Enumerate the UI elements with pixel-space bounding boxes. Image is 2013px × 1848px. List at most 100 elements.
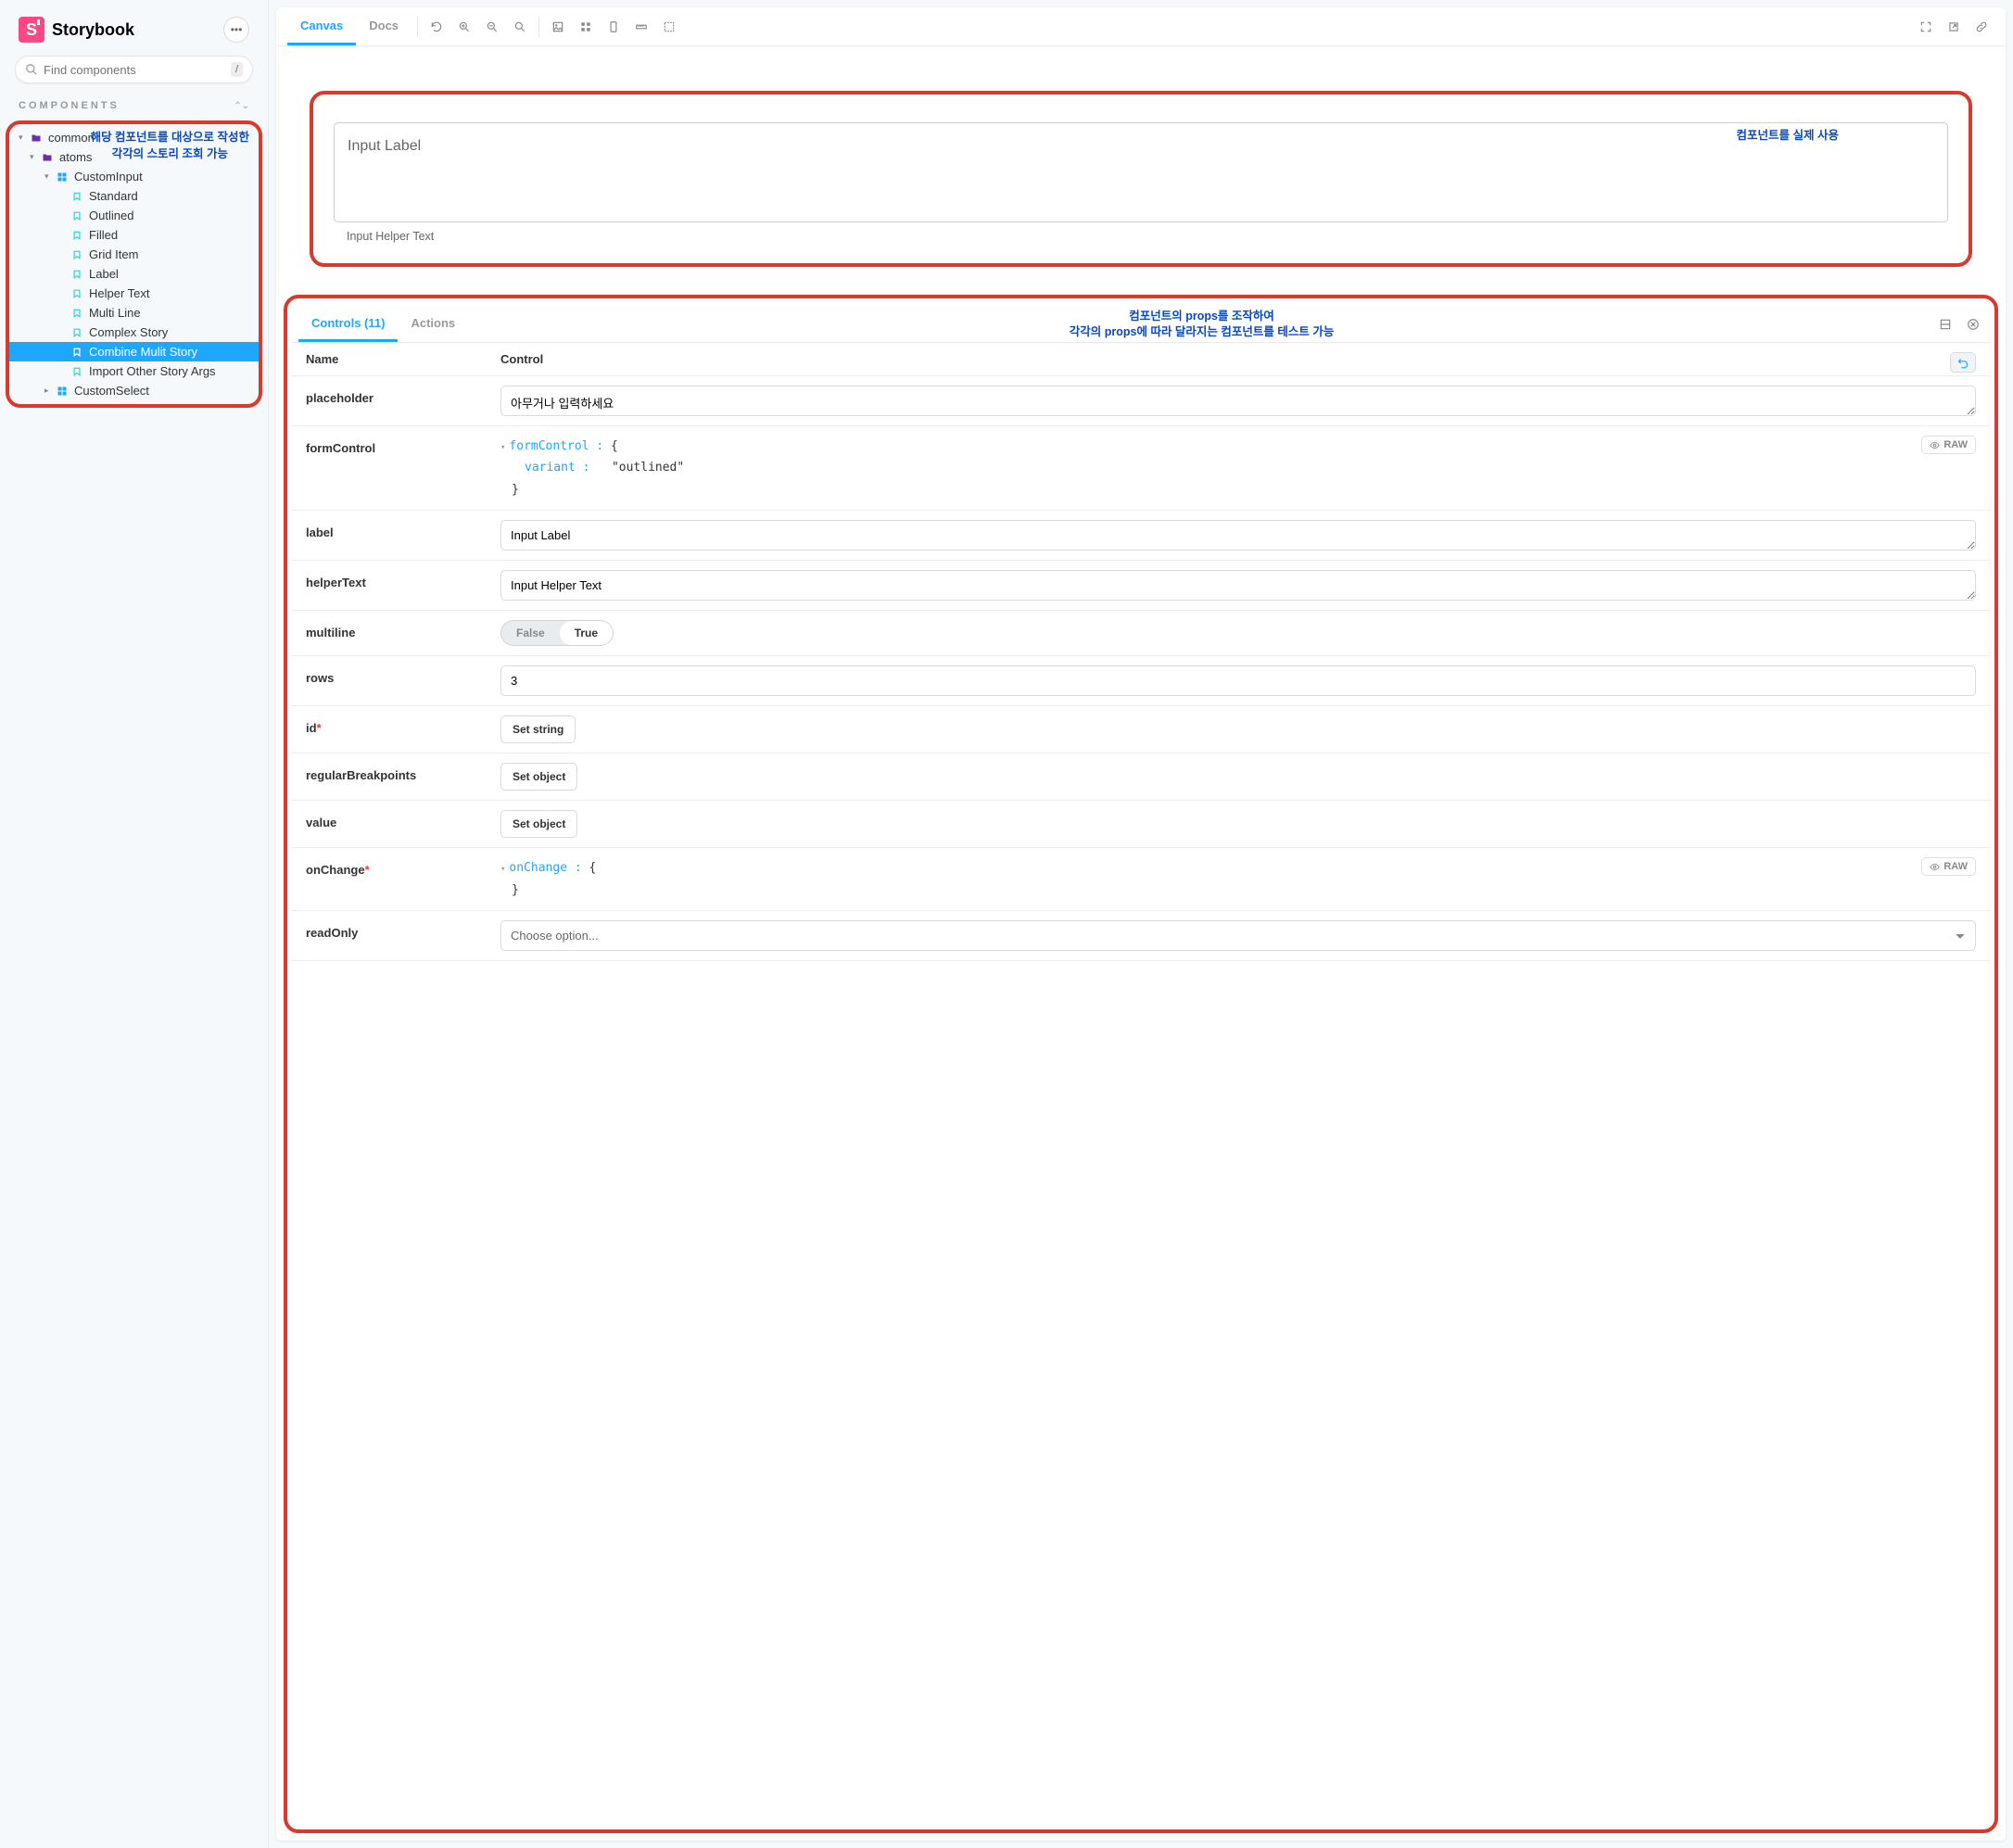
canvas-annotation: 컴포넌트를 실제 사용 — [1737, 128, 1839, 145]
component-icon — [56, 171, 69, 184]
zoom-in-icon[interactable] — [451, 14, 477, 40]
raw-toggle-button[interactable]: RAW — [1921, 436, 1976, 454]
story-icon — [70, 229, 83, 242]
toolbar: Canvas Docs — [276, 7, 2006, 46]
story-icon — [70, 307, 83, 320]
sidebar-annotation-box: 해당 컴포넌트를 대상으로 작성한 각각의 스토리 조회 가능 ▾ common… — [6, 120, 262, 408]
sidebar-menu-button[interactable]: ••• — [223, 17, 249, 43]
rows-input[interactable] — [500, 665, 1976, 696]
story-icon — [70, 190, 83, 203]
sidebar-annotation: 해당 컴포넌트를 대상으로 작성한 각각의 스토리 조회 가능 — [91, 130, 249, 162]
story-icon — [70, 209, 83, 222]
tree-story-complexstory[interactable]: Complex Story — [9, 323, 259, 342]
sidebar: S Storybook ••• / COMPONENTS ⌃⌄ 해당 컴포넌트를… — [0, 0, 269, 1848]
story-icon — [70, 346, 83, 359]
eye-icon — [1930, 440, 1940, 450]
control-row-id: id* Set string — [291, 706, 1991, 753]
copy-link-icon[interactable] — [1969, 14, 1994, 40]
header-control: Control — [500, 352, 1976, 366]
readonly-select[interactable]: Choose option... — [500, 920, 1976, 951]
control-row-multiline: multiline False True — [291, 611, 1991, 656]
tree-story-importotherstoryargs[interactable]: Import Other Story Args — [9, 361, 259, 381]
search-key-hint: / — [231, 62, 243, 77]
reset-controls-button[interactable] — [1950, 352, 1976, 373]
component-icon — [56, 385, 69, 398]
addons-close-icon[interactable] — [1963, 314, 1983, 335]
tree-story-label[interactable]: Label — [9, 264, 259, 284]
logo[interactable]: S Storybook — [19, 17, 134, 43]
main-panel: Canvas Docs — [276, 7, 2006, 1841]
multiline-toggle[interactable]: False True — [500, 620, 614, 646]
tree-story-combinemultistory[interactable]: Combine Mulit Story — [9, 342, 259, 361]
folder-icon — [30, 132, 43, 145]
tree-story-filled[interactable]: Filled — [9, 225, 259, 245]
tree-component-custominput[interactable]: ▾ CustomInput — [9, 167, 259, 186]
placeholder-input[interactable]: 아무거나 입력하세요 — [500, 386, 1976, 416]
demo-input-helper: Input Helper Text — [347, 230, 1948, 243]
canvas-annotation-box: 컴포넌트를 실제 사용 Input Label Input Helper Tex… — [310, 91, 1972, 267]
zoom-out-icon[interactable] — [479, 14, 505, 40]
header-name: Name — [306, 352, 500, 366]
set-object-button[interactable]: Set object — [500, 810, 577, 838]
measure-icon[interactable] — [628, 14, 654, 40]
control-row-onchange: onChange* ▾onChange : { } RAW — [291, 848, 1991, 911]
addons-orientation-icon[interactable] — [1935, 314, 1956, 335]
open-new-tab-icon[interactable] — [1941, 14, 1967, 40]
tree-component-customselect[interactable]: ▸ CustomSelect — [9, 381, 259, 400]
outline-icon[interactable] — [656, 14, 682, 40]
control-row-rows: rows — [291, 656, 1991, 706]
canvas-area: 컴포넌트를 실제 사용 Input Label Input Helper Tex… — [276, 46, 2006, 295]
control-row-readonly: readOnly Choose option... — [291, 911, 1991, 961]
addons-annotation-box: Controls (11) Actions 컴포넌트의 props를 조작하여 … — [284, 295, 1998, 1833]
story-icon — [70, 365, 83, 378]
tab-canvas[interactable]: Canvas — [287, 7, 356, 45]
control-row-placeholder: placeholder 아무거나 입력하세요 — [291, 376, 1991, 426]
search-box[interactable]: / — [15, 56, 253, 83]
control-row-value: value Set object — [291, 801, 1991, 848]
control-row-helpertext: helperText Input Helper Text — [291, 561, 1991, 611]
toolbar-divider — [538, 17, 539, 37]
tree-story-outlined[interactable]: Outlined — [9, 206, 259, 225]
story-icon — [70, 326, 83, 339]
tree-story-standard[interactable]: Standard — [9, 186, 259, 206]
label-input[interactable]: Input Label — [500, 520, 1976, 551]
folder-icon — [41, 151, 54, 164]
caret-down-icon: ▾ — [500, 443, 505, 452]
tree-story-multiline[interactable]: Multi Line — [9, 303, 259, 323]
zoom-reset-icon[interactable] — [507, 14, 533, 40]
story-icon — [70, 268, 83, 281]
tab-controls[interactable]: Controls (11) — [298, 306, 398, 342]
search-container: / — [0, 56, 268, 95]
expand-collapse-icon[interactable]: ⌃⌄ — [234, 101, 249, 111]
viewport-icon[interactable] — [601, 14, 627, 40]
demo-input-label: Input Label — [348, 138, 421, 154]
toolbar-divider — [417, 17, 418, 37]
brand-text: Storybook — [52, 20, 134, 40]
fullscreen-icon[interactable] — [1913, 14, 1939, 40]
addons-annotation: 컴포넌트의 props를 조작하여 각각의 props에 따라 달라지는 컴포넌… — [468, 309, 1935, 340]
caret-down-icon: ▾ — [500, 865, 505, 874]
helpertext-input[interactable]: Input Helper Text — [500, 570, 1976, 601]
control-row-regularbreakpoints: regularBreakpoints Set object — [291, 753, 1991, 801]
set-string-button[interactable]: Set string — [500, 715, 576, 743]
section-label-components[interactable]: COMPONENTS ⌃⌄ — [0, 95, 268, 117]
grid-icon[interactable] — [573, 14, 599, 40]
story-icon — [70, 287, 83, 300]
onchange-object-editor[interactable]: ▾onChange : { } — [500, 857, 596, 901]
formcontrol-object-editor[interactable]: ▾formControl : { variant : "outlined" } — [500, 436, 684, 500]
tab-actions[interactable]: Actions — [398, 306, 468, 342]
tab-docs[interactable]: Docs — [356, 7, 411, 45]
background-icon[interactable] — [545, 14, 571, 40]
raw-toggle-button[interactable]: RAW — [1921, 857, 1976, 876]
set-object-button[interactable]: Set object — [500, 763, 577, 791]
eye-icon — [1930, 862, 1940, 872]
search-input[interactable] — [44, 63, 231, 77]
tree-story-helpertext[interactable]: Helper Text — [9, 284, 259, 303]
tree-story-griditem[interactable]: Grid Item — [9, 245, 259, 264]
demo-input[interactable]: Input Label — [334, 122, 1948, 222]
refresh-icon[interactable] — [424, 14, 449, 40]
caret-down-icon: ▾ — [30, 152, 39, 162]
caret-down-icon: ▾ — [44, 171, 54, 182]
sidebar-header: S Storybook ••• — [0, 0, 268, 56]
addons-panel: Controls (11) Actions 컴포넌트의 props를 조작하여 … — [276, 295, 2006, 1841]
